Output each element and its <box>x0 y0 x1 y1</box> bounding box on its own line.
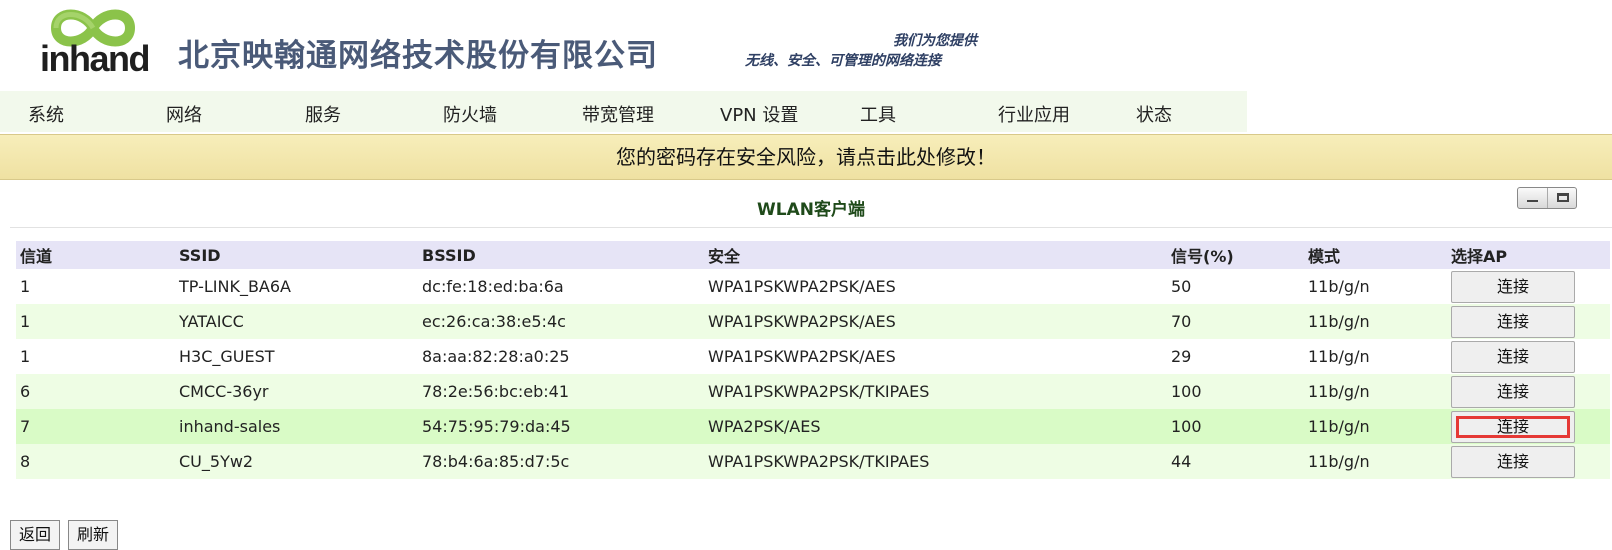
cell-bssid: dc:fe:18:ed:ba:6a <box>418 269 704 304</box>
cell-channel: 8 <box>16 444 175 479</box>
connect-button[interactable]: 连接 <box>1451 305 1575 338</box>
wlan-ap-table: 信道 SSID BSSID 安全 信号(%) 模式 选择AP 1 TP-LINK… <box>16 241 1610 479</box>
menu-item-vpn[interactable]: VPN 设置 <box>720 101 798 127</box>
minimize-icon <box>1527 200 1538 202</box>
cell-security: WPA1PSKWPA2PSK/TKIPAES <box>704 444 1167 479</box>
cell-bssid: 78:b4:6a:85:d7:5c <box>418 444 704 479</box>
cell-bssid: 78:2e:56:bc:eb:41 <box>418 374 704 409</box>
company-name: 北京映翰通网络技术股份有限公司 <box>178 38 658 74</box>
cell-action: 连接 <box>1447 409 1610 444</box>
cell-signal: 50 <box>1167 269 1304 304</box>
cell-signal: 100 <box>1167 409 1304 444</box>
table-row-highlighted: 7 inhand-sales 54:75:95:79:da:45 WPA2PSK… <box>16 409 1610 444</box>
cell-mode: 11b/g/n <box>1304 409 1447 444</box>
cell-bssid: ec:26:ca:38:e5:4c <box>418 304 704 339</box>
cell-security: WPA1PSKWPA2PSK/AES <box>704 304 1167 339</box>
connect-button[interactable]: 连接 <box>1451 340 1575 373</box>
cell-bssid: 8a:aa:82:28:a0:25 <box>418 339 704 374</box>
header: inhand 北京映翰通网络技术股份有限公司 我们为您提供 无线、安全、可管理的… <box>0 0 1612 90</box>
cell-signal: 100 <box>1167 374 1304 409</box>
menu-item-services[interactable]: 服务 <box>305 101 341 127</box>
cell-channel: 1 <box>16 269 175 304</box>
connect-button-highlighted[interactable]: 连接 <box>1451 410 1575 443</box>
menu-item-tools[interactable]: 工具 <box>860 101 896 127</box>
table-row: 8 CU_5Yw2 78:b4:6a:85:d7:5c WPA1PSKWPA2P… <box>16 444 1610 479</box>
col-header-bssid: BSSID <box>418 241 704 269</box>
refresh-button[interactable]: 刷新 <box>68 520 119 550</box>
cell-ssid: TP-LINK_BA6A <box>175 269 418 304</box>
menu-item-system[interactable]: 系统 <box>28 101 64 127</box>
col-header-channel: 信道 <box>16 241 175 269</box>
connect-button[interactable]: 连接 <box>1451 375 1575 408</box>
main-menu: 系统 网络 服务 防火墙 带宽管理 VPN 设置 工具 行业应用 状态 <box>0 91 1247 132</box>
cell-channel: 1 <box>16 339 175 374</box>
logo-wordmark: inhand <box>40 38 150 79</box>
slogan-line-1: 我们为您提供 <box>893 33 977 49</box>
cell-signal: 70 <box>1167 304 1304 339</box>
password-warning-banner[interactable]: 您的密码存在安全风险，请点击此处修改！ <box>0 134 1612 180</box>
col-header-select-ap: 选择AP <box>1447 241 1610 269</box>
cell-action: 连接 <box>1447 269 1610 304</box>
cell-action: 连接 <box>1447 444 1610 479</box>
cell-action: 连接 <box>1447 304 1610 339</box>
cell-security: WPA1PSKWPA2PSK/AES <box>704 339 1167 374</box>
minimize-button[interactable] <box>1518 188 1547 208</box>
cell-channel: 7 <box>16 409 175 444</box>
cell-mode: 11b/g/n <box>1304 269 1447 304</box>
back-button[interactable]: 返回 <box>10 520 61 550</box>
table-row: 1 H3C_GUEST 8a:aa:82:28:a0:25 WPA1PSKWPA… <box>16 339 1610 374</box>
connect-button[interactable]: 连接 <box>1451 445 1575 478</box>
col-header-security: 安全 <box>704 241 1167 269</box>
maximize-button[interactable] <box>1546 188 1577 208</box>
cell-channel: 1 <box>16 304 175 339</box>
cell-security: WPA2PSK/AES <box>704 409 1167 444</box>
wlan-table-container: 信道 SSID BSSID 安全 信号(%) 模式 选择AP 1 TP-LINK… <box>16 241 1610 479</box>
cell-channel: 6 <box>16 374 175 409</box>
table-row: 1 YATAICC ec:26:ca:38:e5:4c WPA1PSKWPA2P… <box>16 304 1610 339</box>
cell-ssid: CMCC-36yr <box>175 374 418 409</box>
connect-button[interactable]: 连接 <box>1451 270 1575 303</box>
cell-signal: 29 <box>1167 339 1304 374</box>
slogan-line-2: 无线、安全、可管理的网络连接 <box>745 53 941 69</box>
menu-item-industry[interactable]: 行业应用 <box>998 101 1070 127</box>
table-row: 1 TP-LINK_BA6A dc:fe:18:ed:ba:6a WPA1PSK… <box>16 269 1610 304</box>
menu-item-bandwidth[interactable]: 带宽管理 <box>582 101 654 127</box>
col-header-mode: 模式 <box>1304 241 1447 269</box>
table-row: 6 CMCC-36yr 78:2e:56:bc:eb:41 WPA1PSKWPA… <box>16 374 1610 409</box>
menu-item-status[interactable]: 状态 <box>1136 101 1172 127</box>
cell-signal: 44 <box>1167 444 1304 479</box>
menu-item-network[interactable]: 网络 <box>166 101 202 127</box>
col-header-signal: 信号(%) <box>1167 241 1304 269</box>
window-controls <box>1517 187 1577 209</box>
cell-ssid: YATAICC <box>175 304 418 339</box>
cell-action: 连接 <box>1447 339 1610 374</box>
table-header-row: 信道 SSID BSSID 安全 信号(%) 模式 选择AP <box>16 241 1610 269</box>
cell-mode: 11b/g/n <box>1304 444 1447 479</box>
cell-security: WPA1PSKWPA2PSK/TKIPAES <box>704 374 1167 409</box>
cell-mode: 11b/g/n <box>1304 374 1447 409</box>
cell-mode: 11b/g/n <box>1304 339 1447 374</box>
panel-title: WLAN客户端 <box>10 192 1612 228</box>
cell-ssid: inhand-sales <box>175 409 418 444</box>
maximize-icon <box>1556 193 1569 202</box>
cell-bssid: 54:75:95:79:da:45 <box>418 409 704 444</box>
cell-mode: 11b/g/n <box>1304 304 1447 339</box>
col-header-ssid: SSID <box>175 241 418 269</box>
cell-action: 连接 <box>1447 374 1610 409</box>
cell-ssid: H3C_GUEST <box>175 339 418 374</box>
cell-ssid: CU_5Yw2 <box>175 444 418 479</box>
cell-security: WPA1PSKWPA2PSK/AES <box>704 269 1167 304</box>
menu-item-firewall[interactable]: 防火墙 <box>443 101 497 127</box>
